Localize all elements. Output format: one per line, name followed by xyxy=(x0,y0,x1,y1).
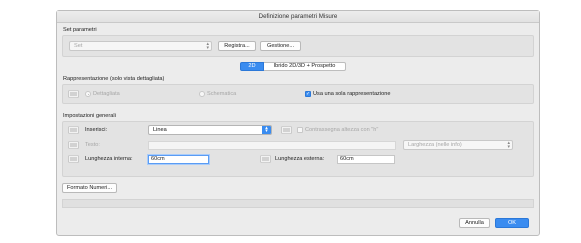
tab-2d[interactable]: 2D xyxy=(240,62,264,71)
text-field[interactable] xyxy=(148,141,396,150)
tab-hybrid[interactable]: Ibrido 2D/3D + Prospetto xyxy=(264,62,346,71)
text-label: Testo: xyxy=(85,142,100,148)
popup-arrows-icon: ▴ ▾ xyxy=(262,125,271,134)
register-button[interactable]: Registra... xyxy=(218,41,256,51)
link-parameter-icon[interactable] xyxy=(68,155,79,163)
manage-button[interactable]: Gestione... xyxy=(260,41,301,51)
set-group: Set ▴ ▾ Registra... Gestione... xyxy=(62,35,534,57)
set-popup-value: Set xyxy=(74,43,83,49)
link-parameter-icon[interactable] xyxy=(68,141,79,149)
single-representation-checkbox[interactable]: ✓ xyxy=(305,91,311,97)
cancel-button[interactable]: Annulla xyxy=(459,218,490,228)
status-bar xyxy=(62,199,534,208)
link-parameter-icon[interactable] xyxy=(260,155,271,163)
representation-group: Dettagliata Schematica ✓ Usa una sola ra… xyxy=(62,84,534,104)
general-group: Inserisci: Linea ▴ ▾ Contrassegna altezza… xyxy=(62,121,534,177)
height-checkbox-label: Contrassegna altezza con "h" xyxy=(305,127,379,133)
insert-popup[interactable]: Linea ▴ ▾ xyxy=(148,125,272,135)
set-header: Set parametri xyxy=(63,27,97,33)
inner-length-label: Lunghezza interna: xyxy=(85,156,133,162)
dialog-title: Definizione parametri Misure xyxy=(57,11,539,23)
outer-length-label: Lunghezza esterna: xyxy=(275,156,325,162)
general-header: Impostazioni generali xyxy=(63,113,116,119)
popup-arrows-icon: ▴ ▾ xyxy=(507,140,510,150)
popup-arrows-icon: ▴ ▾ xyxy=(206,41,209,51)
link-parameter-icon[interactable] xyxy=(68,90,79,98)
representation-header: Rappresentazione (solo vista dettagliata… xyxy=(63,76,165,82)
parameters-dialog: Definizione parametri Misure Set paramet… xyxy=(56,10,540,236)
number-format-button[interactable]: Formato Numeri... xyxy=(62,183,117,193)
height-checkbox[interactable] xyxy=(297,127,303,133)
link-parameter-icon[interactable] xyxy=(68,126,79,134)
schematic-radio[interactable] xyxy=(199,91,205,97)
inner-length-field[interactable]: 60cm xyxy=(148,155,209,164)
link-parameter-icon[interactable] xyxy=(281,126,292,134)
single-representation-label: Usa una sola rappresentazione xyxy=(313,91,391,97)
text-popup[interactable]: Larghezza (nelle info) ▴ ▾ xyxy=(403,140,513,150)
detailed-radio[interactable] xyxy=(85,91,91,97)
outer-length-field[interactable]: 60cm xyxy=(337,155,395,164)
schematic-radio-label: Schematica xyxy=(207,91,237,97)
ok-button[interactable]: OK xyxy=(495,218,529,228)
set-popup[interactable]: Set ▴ ▾ xyxy=(69,41,212,51)
insert-popup-value: Linea xyxy=(153,127,167,133)
text-popup-value: Larghezza (nelle info) xyxy=(408,142,462,148)
detailed-radio-label: Dettagliata xyxy=(93,91,120,97)
insert-label: Inserisci: xyxy=(85,127,108,133)
